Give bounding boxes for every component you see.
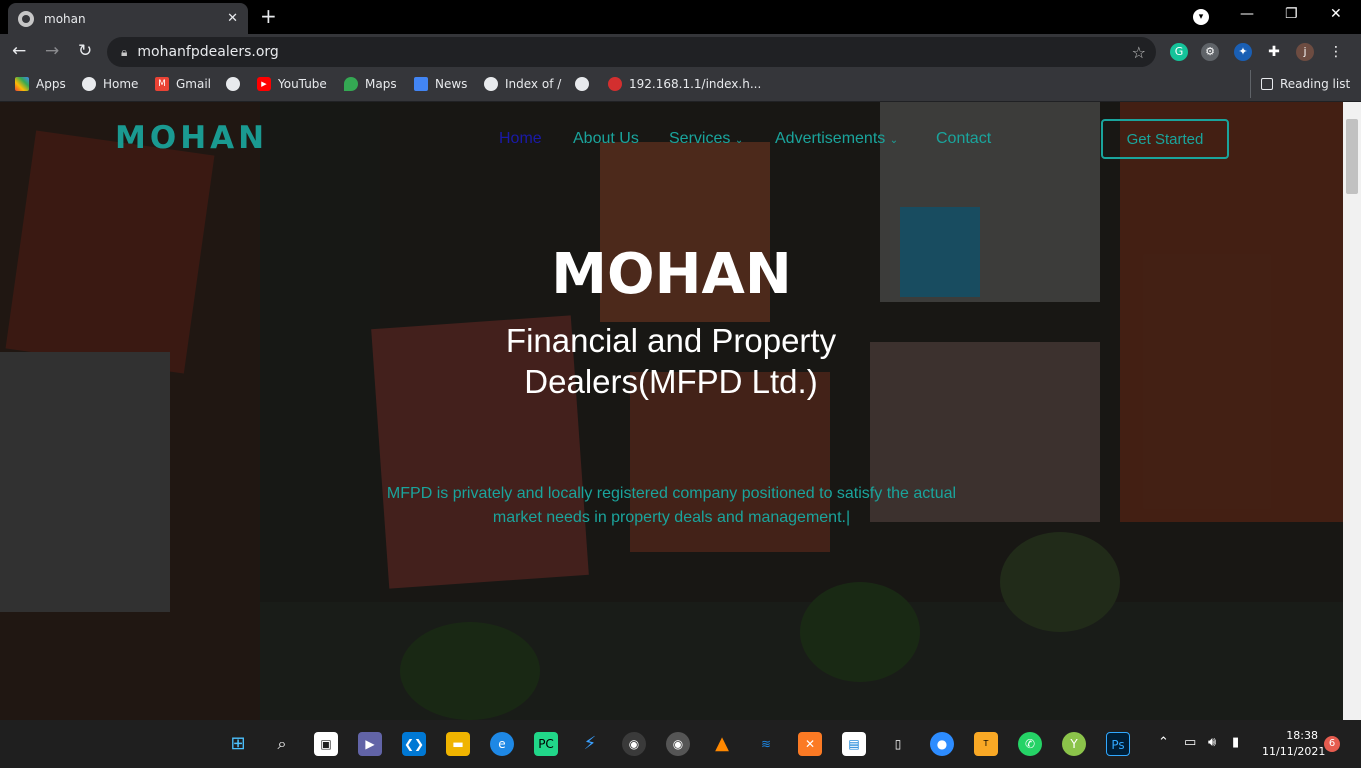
nav-home[interactable]: Home	[499, 130, 542, 148]
browser-toolbar: ← → ↻ 🔒︎ mohanfpdealers.org ☆ G ⚙ ✦ ✚ j …	[0, 34, 1361, 70]
hero-subtitle: Financial and Property Dealers(MFPD Ltd.…	[505, 322, 837, 400]
bookmark-gmail[interactable]: M Gmail	[155, 70, 211, 98]
file-explorer-icon[interactable]: ▬	[446, 732, 470, 756]
page-scrollbar[interactable]	[1343, 102, 1361, 720]
chrome-dev-icon[interactable]: ◉	[666, 732, 690, 756]
notification-badge[interactable]: 6	[1324, 736, 1340, 752]
youtube-icon: ▶	[257, 77, 271, 91]
browser-tab[interactable]: mohan ✕	[8, 3, 248, 34]
grammarly-icon[interactable]: G	[1170, 43, 1188, 61]
tab-strip: mohan ✕ + ▾ — ❐ ✕	[0, 0, 1361, 34]
teams-chat-icon[interactable]: ▶	[358, 732, 382, 756]
hero-section: MOHAN Home About Us Services ⌄ Advertise…	[0, 102, 1343, 720]
phone-link-icon[interactable]: ▯	[886, 732, 910, 756]
vlc-icon[interactable]: ▲	[710, 732, 734, 756]
volume-icon[interactable]: 🔊︎	[1208, 735, 1216, 750]
chevron-down-icon: ⌄	[889, 135, 899, 146]
globe-icon	[18, 10, 34, 27]
bookmark-globe-2[interactable]	[575, 70, 596, 98]
bookmark-home[interactable]: Home	[82, 70, 138, 98]
hero-title: MOHAN	[551, 242, 792, 307]
chrome-icon[interactable]: ◉	[622, 732, 646, 756]
extension-icon[interactable]: ⚙	[1201, 43, 1219, 61]
hero-lead: MFPD is privately and locally registered…	[386, 485, 957, 526]
nav-services[interactable]: Services ⌄	[669, 130, 743, 148]
reading-list-icon	[1261, 78, 1273, 90]
nav-about-us[interactable]: About Us	[573, 130, 639, 148]
globe-icon	[226, 77, 240, 91]
edge-icon[interactable]: e	[490, 732, 514, 756]
hero-overlay	[0, 102, 1343, 720]
bookmark-star-icon[interactable]: ☆	[1132, 43, 1146, 62]
display-icon[interactable]: ▭	[1184, 735, 1196, 750]
url-text[interactable]: mohanfpdealers.org	[137, 44, 1131, 60]
xampp-icon[interactable]: ✕	[798, 732, 822, 756]
puzzle-icon[interactable]: ✚	[1265, 43, 1283, 61]
bookmark-index[interactable]: Index of /	[484, 70, 561, 98]
globe-icon	[575, 77, 589, 91]
vscode-icon[interactable]: ❮❯	[402, 732, 426, 756]
nav-contact[interactable]: Contact	[936, 130, 991, 148]
restore-icon[interactable]: ❐	[1285, 6, 1298, 22]
typing-practice-icon[interactable]: T	[974, 732, 998, 756]
back-icon[interactable]: ←	[12, 41, 26, 61]
gmail-icon: M	[155, 77, 169, 91]
menu-icon[interactable]: ⋮	[1327, 43, 1345, 61]
task-view-icon[interactable]: ▣	[314, 732, 338, 756]
tab-title: mohan	[44, 11, 86, 26]
vs-icon[interactable]: ⚡	[578, 732, 602, 756]
reading-list-button[interactable]: Reading list	[1250, 70, 1350, 98]
address-bar[interactable]: 🔒︎ mohanfpdealers.org ☆	[107, 37, 1156, 67]
bookmark-youtube[interactable]: ▶ YouTube	[257, 70, 327, 98]
minimize-icon[interactable]: —	[1240, 6, 1254, 22]
bookmark-globe[interactable]	[226, 70, 247, 98]
system-clock[interactable]: 18:38 11/11/2021	[1262, 728, 1325, 760]
chevron-down-icon: ⌄	[734, 135, 744, 146]
windows-start-icon[interactable]: ⊞	[226, 732, 250, 756]
globe-icon	[484, 77, 498, 91]
tab-search-icon[interactable]: ▾	[1193, 9, 1209, 25]
tab-close-icon[interactable]: ✕	[227, 11, 238, 26]
network-app-icon[interactable]: ≋	[754, 732, 778, 756]
scrollbar-thumb[interactable]	[1346, 119, 1358, 194]
bookmark-apps[interactable]: Apps	[15, 70, 66, 98]
battery-icon[interactable]: ▮	[1232, 735, 1239, 750]
apps-grid-icon	[15, 77, 29, 91]
extension-icon[interactable]: ✦	[1234, 43, 1252, 61]
store-icon[interactable]: ▤	[842, 732, 866, 756]
globe-icon	[82, 77, 96, 91]
nav-advertisements[interactable]: Advertisements ⌄	[775, 130, 898, 148]
bookmark-news[interactable]: News	[414, 70, 467, 98]
avatar[interactable]: j	[1296, 43, 1314, 61]
chevron-up-icon[interactable]: ⌃	[1158, 735, 1169, 750]
bookmarks-bar: Apps Home M Gmail ▶ YouTube Maps News Inde…	[0, 70, 1361, 102]
lock-icon[interactable]: 🔒︎	[121, 45, 127, 60]
search-icon[interactable]: ⌕	[270, 732, 294, 756]
pycharm-icon[interactable]: PC	[534, 732, 558, 756]
get-started-button[interactable]: Get Started	[1101, 119, 1229, 159]
taskbar: ⊞ ⌕ ▣ ▶ ❮❯ ▬ e PC ⚡ ◉ ◉ ▲ ≋ ✕ ▤ ▯ ● T ✆ …	[0, 720, 1361, 768]
site-logo[interactable]: MOHAN	[115, 120, 268, 156]
bookmark-maps[interactable]: Maps	[344, 70, 397, 98]
forward-icon[interactable]: →	[45, 41, 59, 61]
maps-icon	[344, 77, 358, 91]
new-tab-button[interactable]: +	[260, 5, 277, 27]
photoshop-icon[interactable]: Ps	[1106, 732, 1130, 756]
reload-icon[interactable]: ↻	[78, 41, 92, 61]
whatsapp-icon[interactable]: ✆	[1018, 732, 1042, 756]
bookmark-router[interactable]: 192.168.1.1/index.h...	[608, 70, 761, 98]
close-window-icon[interactable]: ✕	[1330, 6, 1342, 22]
news-icon	[414, 77, 428, 91]
zoom-icon[interactable]: ●	[930, 732, 954, 756]
app-icon[interactable]: Y	[1062, 732, 1086, 756]
router-icon	[608, 77, 622, 91]
